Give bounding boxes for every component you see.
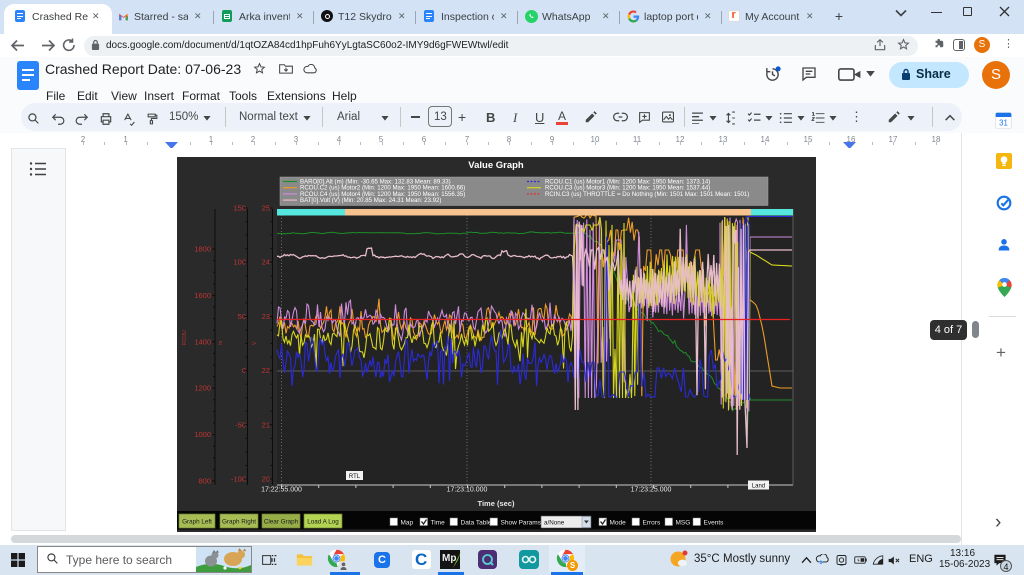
svg-text:23: 23 xyxy=(262,312,270,321)
svg-text:100: 100 xyxy=(233,258,246,267)
svg-text:Graph Left: Graph Left xyxy=(182,519,212,526)
svg-text:Show Params: Show Params xyxy=(501,520,542,527)
svg-text:25: 25 xyxy=(262,204,270,213)
svg-text:24: 24 xyxy=(262,258,270,267)
svg-text:20: 20 xyxy=(262,475,270,484)
svg-text:Data Table: Data Table xyxy=(461,520,492,527)
svg-text:Clear Graph: Clear Graph xyxy=(264,519,299,526)
svg-text:a/None: a/None xyxy=(544,520,565,527)
svg-text:Value Graph: Value Graph xyxy=(468,160,524,171)
svg-text:17:23:10.000: 17:23:10.000 xyxy=(447,487,488,494)
svg-text:RTL: RTL xyxy=(349,474,361,480)
svg-text:RCOU: RCOU xyxy=(182,330,188,345)
svg-text:Events: Events xyxy=(704,520,725,527)
svg-text:Time: Time xyxy=(431,520,446,527)
svg-text:MSG: MSG xyxy=(676,520,691,527)
svg-text:Map: Map xyxy=(401,520,414,527)
svg-text:1400: 1400 xyxy=(194,337,211,346)
svg-text:Mode: Mode xyxy=(610,520,627,527)
svg-text:150: 150 xyxy=(233,204,246,213)
svg-text:-100: -100 xyxy=(231,475,246,484)
svg-text:17:22:55.000: 17:22:55.000 xyxy=(261,487,302,494)
svg-text:22: 22 xyxy=(262,366,270,375)
svg-text:1000: 1000 xyxy=(194,430,211,439)
svg-text:RCIN.C3 (us) THROTTLE = Do Not: RCIN.C3 (us) THROTTLE = Do Nothing (Min:… xyxy=(545,191,749,198)
svg-text:BAT[0].Volt (V) (Min: 20.85 M: BAT[0].Volt (V) (Min: 20.85 Max: 24.31 M… xyxy=(300,197,441,204)
svg-text:Time (sec): Time (sec) xyxy=(478,499,515,508)
svg-text:17:23:25.000: 17:23:25.000 xyxy=(631,487,672,494)
svg-text:Load A Log: Load A Log xyxy=(307,519,339,526)
svg-text:m: m xyxy=(218,341,224,345)
svg-text:1200: 1200 xyxy=(194,384,211,393)
svg-text:Graph Right: Graph Right xyxy=(222,519,256,526)
svg-text:1600: 1600 xyxy=(194,291,211,300)
svg-text:1800: 1800 xyxy=(194,245,211,254)
svg-text:-50: -50 xyxy=(235,420,246,429)
svg-text:800: 800 xyxy=(198,477,211,486)
svg-text:31: 31 xyxy=(999,118,1008,127)
svg-text:Land: Land xyxy=(752,484,765,490)
svg-text:Errors: Errors xyxy=(643,520,661,527)
svg-text:21: 21 xyxy=(262,420,270,429)
